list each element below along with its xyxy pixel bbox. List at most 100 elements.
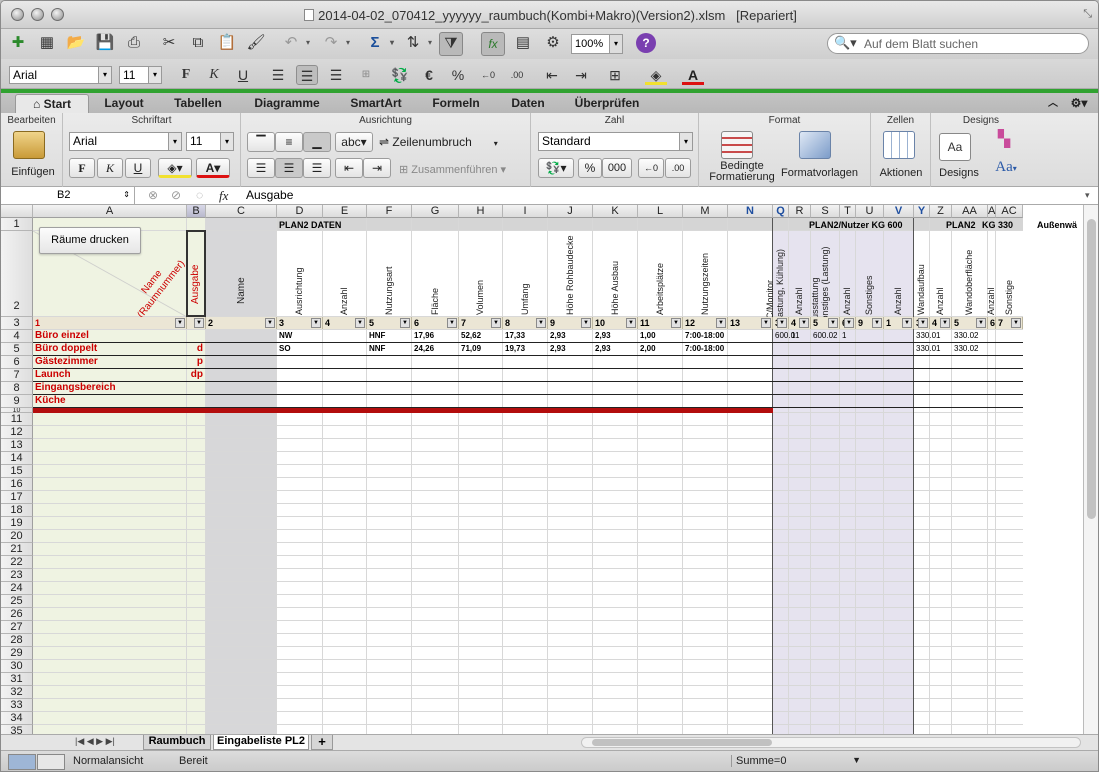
increase-decimal-icon[interactable]: ←0 (477, 65, 499, 85)
filter-dropdown-icon[interactable]: ▼ (844, 318, 854, 328)
filter-cell[interactable]: 5 ▼ (952, 317, 988, 329)
column-header[interactable]: L (638, 205, 683, 218)
room-code[interactable]: d (175, 343, 203, 355)
column-header[interactable]: I (503, 205, 548, 218)
tab-formeln[interactable]: Formeln (419, 94, 493, 113)
column-header[interactable]: AC (996, 205, 1023, 218)
font-color-icon[interactable]: A▾ (196, 158, 230, 178)
row-header[interactable]: 23 (1, 569, 33, 582)
row-header[interactable]: 8 (1, 382, 33, 395)
percent-button[interactable]: % (578, 158, 602, 178)
filter-dropdown-icon[interactable]: ▼ (828, 318, 838, 328)
row-header[interactable]: 35 (1, 725, 33, 734)
filter-cell[interactable]: 12 ▼ (683, 317, 728, 329)
tab-tabellen[interactable]: Tabellen (161, 94, 235, 113)
fullscreen-icon[interactable]: ⤡ (1083, 8, 1092, 21)
filter-dropdown-icon[interactable]: ▼ (626, 318, 636, 328)
row-header[interactable]: 2 (1, 231, 33, 317)
filter-cell[interactable]: 2 ▼ (206, 317, 277, 329)
print-rooms-button[interactable]: Räume drucken (39, 227, 141, 254)
undo-icon[interactable]: ↶ (279, 32, 310, 56)
align-middle-icon[interactable]: ≡ (275, 132, 303, 152)
filter-cell[interactable]: 4 ▼ (789, 317, 811, 329)
data-cell[interactable]: 330.02 (954, 343, 1020, 355)
data-cell[interactable]: 330.02 (954, 330, 1020, 342)
font-size-select[interactable]: 11 ▾ (119, 66, 162, 84)
column-header[interactable]: J (548, 205, 593, 218)
paste-icon[interactable]: 📋 (215, 32, 239, 56)
outdent-icon[interactable]: ⇤ (541, 65, 563, 85)
redo-icon[interactable]: ↷ (319, 32, 350, 56)
column-header[interactable]: Y (914, 205, 930, 218)
sheet-tab-raumbuch[interactable]: Raumbuch (143, 735, 211, 750)
filter-dropdown-icon[interactable]: ▼ (581, 318, 591, 328)
text-orientation-button[interactable]: abc▾ (335, 132, 373, 152)
room-name[interactable]: Gästezimmer (35, 356, 189, 368)
name-box[interactable]: B2 ⇕ (1, 187, 135, 204)
row-header[interactable]: 5 (1, 343, 33, 356)
column-header[interactable]: C (206, 205, 277, 218)
tab-ueberpruefen[interactable]: Überprüfen (563, 94, 651, 113)
data-cell[interactable]: 7:00-18:00 (685, 330, 760, 342)
expand-formula-icon[interactable]: ▾ (1085, 187, 1090, 204)
sheet-tab-eingabeliste[interactable]: Eingabeliste PL2 (213, 735, 309, 750)
indent-icon[interactable]: ⇥ (363, 158, 391, 178)
indent-icon[interactable]: ⇥ (570, 65, 592, 85)
sort-icon[interactable]: ⇅ (401, 32, 432, 56)
filter-cell[interactable]: 3▼ (277, 317, 323, 329)
row-header[interactable]: 24 (1, 582, 33, 595)
confirm-icon[interactable]: ⊘ (171, 187, 181, 204)
function-icon[interactable]: fx (481, 32, 505, 56)
room-name[interactable]: Büro einzel (35, 330, 189, 342)
cut-icon[interactable]: ✂ (157, 32, 181, 56)
thousands-button[interactable]: 000 (602, 158, 632, 178)
sheet-navigation-arrows[interactable]: |◀ ◀ ▶ ▶| (75, 736, 115, 747)
horizontal-scrollbar[interactable] (581, 737, 1081, 748)
select-all-corner[interactable] (1, 205, 33, 218)
zoom-select[interactable]: 100% ▾ (571, 34, 623, 54)
row-header[interactable]: 11 (1, 413, 33, 426)
row-header[interactable]: 22 (1, 556, 33, 569)
vertical-scrollbar[interactable] (1083, 205, 1098, 734)
row-header[interactable]: 31 (1, 673, 33, 686)
bold-button[interactable]: F (175, 65, 197, 85)
data-cell[interactable]: 1 (842, 330, 888, 342)
filter-cell[interactable]: 1 ▼ (884, 317, 914, 329)
filter-dropdown-icon[interactable]: ▼ (671, 318, 681, 328)
filter-dropdown-icon[interactable]: ▼ (716, 318, 726, 328)
column-header[interactable]: Q (773, 205, 789, 218)
bold-button[interactable]: F (69, 158, 95, 178)
decrease-decimal-icon[interactable]: .00 (506, 65, 528, 85)
row-header[interactable]: 9 (1, 395, 33, 408)
row-header[interactable]: 14 (1, 452, 33, 465)
row-header[interactable]: 33 (1, 699, 33, 712)
column-header[interactable]: V (884, 205, 914, 218)
column-header[interactable]: M (683, 205, 728, 218)
align-center-icon[interactable]: ☰ (296, 65, 318, 85)
paste-button[interactable]: Einfügen (5, 166, 61, 178)
filter-dropdown-icon[interactable]: ▼ (872, 318, 882, 328)
filter-dropdown-icon[interactable]: ▼ (491, 318, 501, 328)
theme-fonts-button[interactable]: Aa▾ (989, 159, 1023, 176)
row-header[interactable]: 27 (1, 621, 33, 634)
column-header[interactable]: N (728, 205, 773, 218)
column-header[interactable]: AB (988, 205, 1003, 218)
row-header[interactable]: 12 (1, 426, 33, 439)
gallery-icon[interactable]: ▤ (511, 32, 535, 56)
filter-cell[interactable]: 4 ▼ (930, 317, 952, 329)
theme-colors-icon[interactable]: ▚ (989, 129, 1019, 149)
normal-view-button[interactable] (8, 754, 36, 770)
filter-dropdown-icon[interactable]: ▼ (194, 318, 204, 328)
row-header[interactable]: 7 (1, 369, 33, 382)
cancel-icon[interactable]: ⊗ (148, 187, 158, 204)
italic-button[interactable]: K (203, 65, 225, 85)
outdent-icon[interactable]: ⇤ (335, 158, 363, 178)
template-gallery-icon[interactable]: ▦ (35, 32, 59, 56)
filter-dropdown-icon[interactable]: ▼ (536, 318, 546, 328)
column-header[interactable]: H (459, 205, 503, 218)
filter-cell[interactable]: 6▼ (840, 317, 856, 329)
row-header[interactable]: 32 (1, 686, 33, 699)
room-code[interactable]: dp (175, 369, 203, 381)
row-header[interactable]: 21 (1, 543, 33, 556)
column-header[interactable]: B (187, 205, 206, 218)
